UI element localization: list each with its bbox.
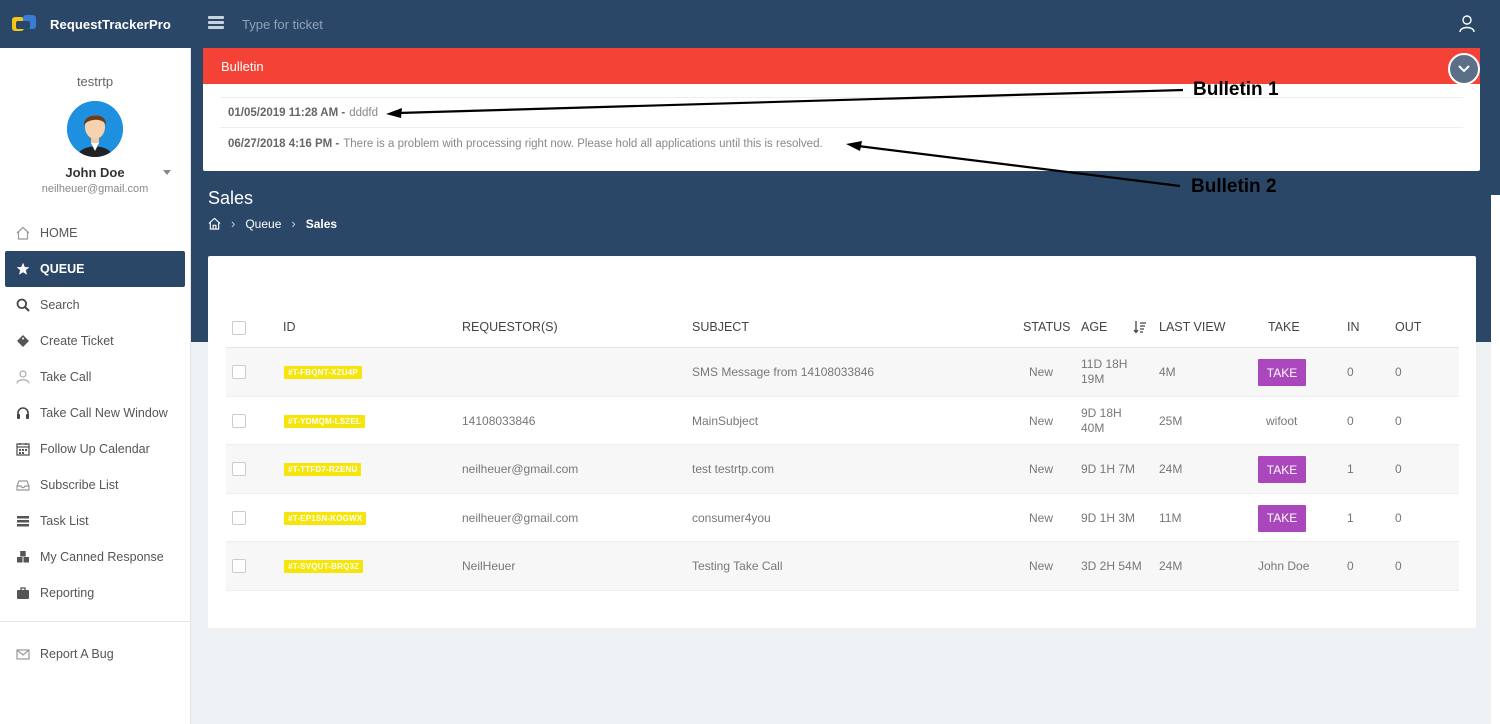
row-checkbox[interactable] (232, 559, 246, 573)
row-status: New (1029, 559, 1054, 573)
table-row[interactable]: #T-SVQUT-BRQ3Z NeilHeuer Testing Take Ca… (226, 542, 1459, 591)
background-window-edge (1491, 195, 1500, 724)
column-header-status[interactable]: STATUS (1023, 320, 1070, 334)
ticket-id-badge[interactable]: #T-EP1SN-KOGWX (284, 511, 367, 525)
column-header-requestor[interactable]: REQUESTOR(S) (462, 320, 558, 334)
column-header-last-view[interactable]: LAST VIEW (1159, 320, 1225, 334)
row-subject[interactable]: test testrtp.com (692, 462, 774, 476)
take-button[interactable]: TAKE (1258, 504, 1306, 532)
ticket-id-badge[interactable]: #T-TTFD7-RZENU (284, 463, 362, 476)
column-header-id[interactable]: ID (283, 320, 296, 334)
row-status: New (1029, 413, 1054, 428)
sort-descending-icon[interactable] (1133, 320, 1147, 334)
take-button[interactable]: TAKE (1258, 359, 1306, 386)
row-taken-by: John Doe (1258, 559, 1310, 573)
row-last-view: 11M (1159, 510, 1182, 525)
breadcrumb-current: Sales (305, 216, 338, 231)
row-age: 11D 18H 19M (1081, 357, 1127, 387)
row-requestor: neilheuer@gmail.com (462, 510, 579, 525)
table-row[interactable]: #T-FBQNT-XZU4P SMS Message from 14108033… (226, 348, 1459, 397)
ticket-id-badge[interactable]: #T-SVQUT-BRQ3Z (284, 560, 364, 573)
select-all-checkbox[interactable] (232, 321, 246, 335)
row-subject[interactable]: consumer4you (692, 511, 771, 525)
column-header-subject[interactable]: SUBJECT (692, 320, 749, 334)
row-age: 3D 2H 54M (1081, 559, 1142, 573)
row-in: 0 (1347, 559, 1354, 573)
annotation-bulletin-1: Bulletin 1 (1193, 79, 1279, 100)
row-age-line1: 11D 18H (1081, 357, 1128, 371)
row-subject[interactable]: SMS Message from 14108033846 (692, 365, 874, 379)
row-subject[interactable]: MainSubject (692, 414, 758, 428)
row-last-view: 24M (1159, 559, 1183, 573)
row-age-line2: 19M (1081, 372, 1105, 386)
table-row[interactable]: #T-YDMQM-LSZEL 14108033846 MainSubject N… (226, 397, 1459, 445)
row-out: 0 (1395, 510, 1402, 525)
row-in: 1 (1347, 510, 1354, 525)
annotation-bulletin-2: Bulletin 2 (1191, 176, 1277, 197)
tickets-card: ID REQUESTOR(S) SUBJECT STATUS AGE LAST … (208, 256, 1476, 628)
row-requestor: 14108033846 (462, 413, 536, 428)
breadcrumb-queue[interactable]: Queue (245, 217, 281, 231)
row-last-view: 24M (1159, 462, 1183, 476)
row-age-line1: 9D 18H (1081, 405, 1122, 420)
row-in: 0 (1347, 365, 1354, 379)
row-status: New (1029, 365, 1054, 379)
row-checkbox[interactable] (232, 365, 246, 379)
column-header-in[interactable]: IN (1347, 320, 1360, 334)
table-row[interactable]: #T-TTFD7-RZENU neilheuer@gmail.com test … (226, 445, 1459, 494)
home-icon[interactable] (208, 217, 221, 230)
ticket-id-badge[interactable]: #T-YDMQM-LSZEL (284, 414, 366, 428)
take-button[interactable]: TAKE (1258, 456, 1306, 483)
column-header-take[interactable]: TAKE (1268, 320, 1300, 334)
row-taken-by: wifoot (1266, 413, 1298, 428)
row-out: 0 (1395, 559, 1402, 573)
row-checkbox[interactable] (232, 510, 246, 525)
table-row[interactable]: #T-EP1SN-KOGWX neilheuer@gmail.com consu… (226, 494, 1459, 542)
breadcrumb-separator: › (291, 216, 296, 231)
row-age-line2: 40M (1081, 420, 1105, 435)
row-age: 9D 1H 3M (1081, 510, 1136, 525)
row-out: 0 (1395, 462, 1402, 476)
row-age: 9D 1H 7M (1081, 462, 1136, 476)
row-requestor: neilheuer@gmail.com (462, 462, 579, 476)
row-status: New (1029, 462, 1054, 476)
row-in: 1 (1347, 462, 1354, 476)
page-title: Sales (208, 188, 254, 208)
row-in: 0 (1347, 413, 1354, 428)
row-subject[interactable]: Testing Take Call (692, 559, 783, 573)
column-header-out[interactable]: OUT (1395, 320, 1421, 334)
row-out: 0 (1395, 413, 1402, 428)
row-checkbox[interactable] (232, 413, 246, 428)
row-age: 9D 18H 40M (1081, 406, 1122, 436)
row-last-view: 4M (1159, 365, 1176, 379)
breadcrumb: › Queue › Sales (208, 216, 337, 231)
row-last-view: 25M (1159, 413, 1183, 428)
column-header-age[interactable]: AGE (1081, 320, 1107, 334)
breadcrumb-separator: › (231, 216, 236, 231)
table-header: ID REQUESTOR(S) SUBJECT STATUS AGE LAST … (226, 308, 1459, 348)
tickets-table: ID REQUESTOR(S) SUBJECT STATUS AGE LAST … (226, 308, 1459, 591)
row-requestor: NeilHeuer (462, 559, 516, 573)
row-checkbox[interactable] (232, 462, 246, 476)
row-out: 0 (1395, 365, 1402, 379)
row-status: New (1029, 510, 1054, 525)
ticket-id-badge[interactable]: #T-FBQNT-XZU4P (284, 366, 362, 379)
